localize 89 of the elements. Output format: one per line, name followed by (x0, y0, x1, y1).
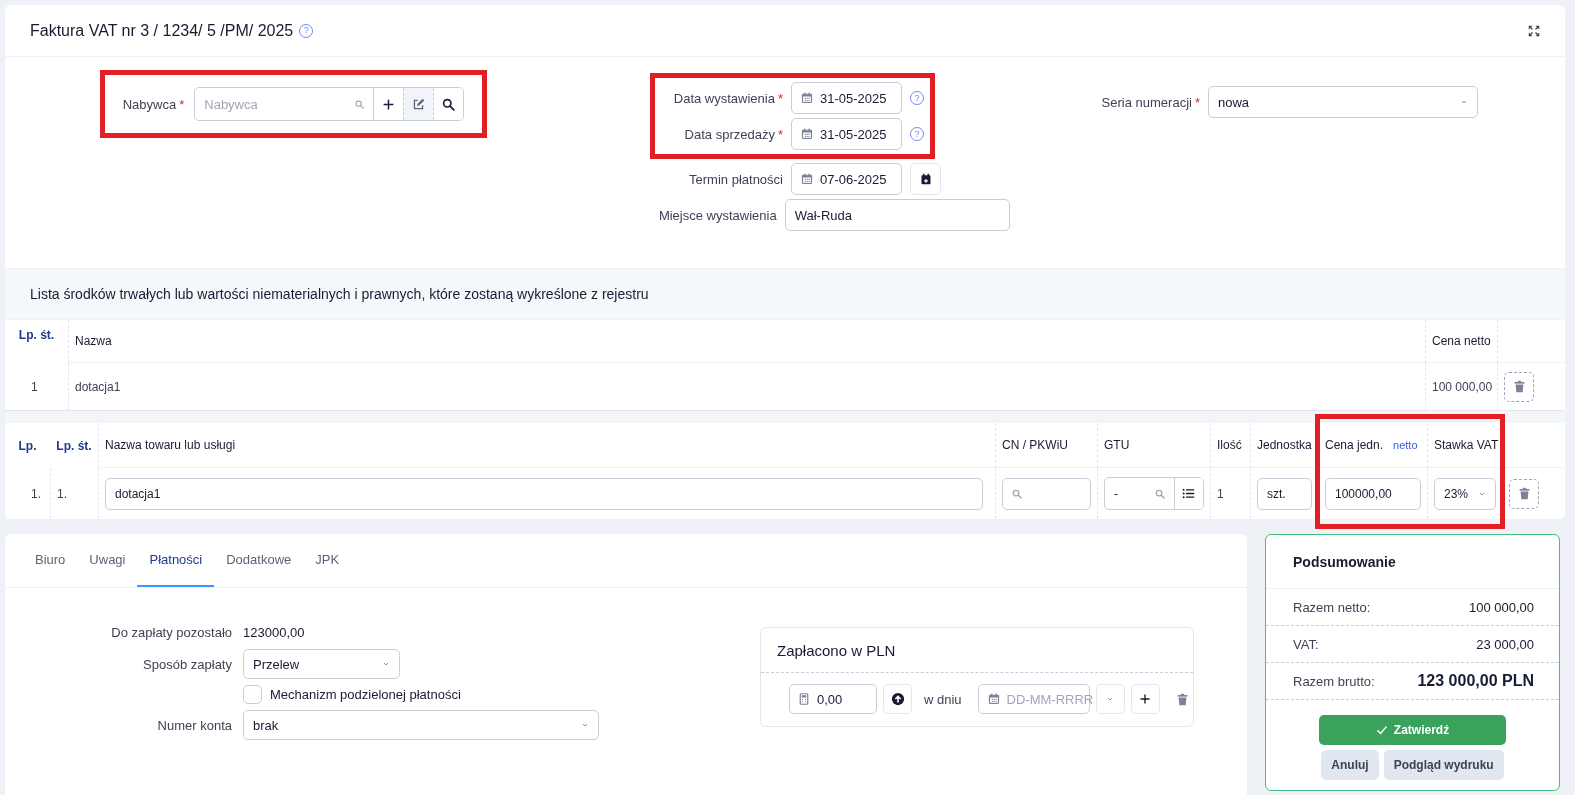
expand-button[interactable] (1528, 24, 1540, 37)
chevron-down-icon (581, 721, 589, 729)
column-header: GTU (1104, 438, 1130, 452)
trash-icon (1512, 380, 1526, 393)
required-mark: * (1194, 94, 1200, 110)
amount-field[interactable]: 0,00 (789, 684, 877, 714)
expand-icon (1528, 24, 1540, 37)
checkbox[interactable] (243, 685, 262, 704)
summary-value: 123 000,00 PLN (1417, 672, 1534, 690)
summary-value: 23 000,00 (1476, 636, 1534, 652)
chevron-down-icon (382, 660, 390, 668)
chevron-down-icon (1460, 98, 1468, 106)
netto-link[interactable]: netto (1393, 439, 1418, 451)
tab[interactable]: JPK (303, 534, 352, 587)
column-header: Jednostka (1257, 438, 1312, 452)
field-label: Numer konta (157, 717, 232, 733)
column-header: Lp. (18, 438, 37, 453)
price-field[interactable]: 100000,00 (1325, 477, 1421, 510)
summary-value: 100 000,00 (1468, 599, 1534, 615)
trash-icon (1175, 692, 1189, 706)
tab[interactable]: Biuro (23, 534, 78, 587)
date-field[interactable]: 31-05-2025 (791, 118, 902, 150)
field-label: Data wystawienia (673, 90, 775, 106)
field-label: Data sprzedaży (684, 126, 775, 142)
checkbox-label: Mechanizm podzielonej płatności (270, 687, 461, 702)
unit-field[interactable]: szt. (1257, 477, 1312, 510)
table-cell-text: 1. (30, 485, 42, 503)
card-title: Zapłacono w PLN (761, 628, 1193, 673)
cn-search-field[interactable] (1002, 477, 1091, 510)
trash-icon (1517, 487, 1531, 500)
calendar-icon (987, 693, 1000, 705)
table-cell: 1. (50, 468, 98, 519)
required-mark: * (179, 96, 185, 112)
account-select[interactable]: brak (243, 710, 599, 740)
section-title: Lista środków trwałych lub wartości niematerialnych i prawnych, które zostaną wykreślone z rejestru (5, 268, 1565, 320)
series-select[interactable]: nowa (1208, 86, 1478, 118)
column-header: Ilość (1217, 438, 1242, 452)
column-header: CN / PKWiU (1002, 438, 1068, 452)
amount-due: 123000,00 (243, 624, 305, 640)
table-cell: 1 (1210, 468, 1250, 519)
date-field[interactable]: 07-06-2025 (791, 163, 902, 195)
chevron-down-icon (1106, 695, 1115, 703)
payment-method-select[interactable]: Przelew (243, 649, 400, 679)
summary-label: Razem netto: (1293, 599, 1371, 615)
arrow-up-circle-icon (890, 692, 905, 706)
field-label: Nabywca (122, 96, 177, 112)
field-label: Do zapłaty pozostało (111, 624, 232, 640)
column-header: Lp. śt. (18, 328, 55, 342)
add-button[interactable] (1130, 684, 1160, 714)
summary-title: Podsumowanie (1266, 535, 1559, 589)
column-header: Nazwa (75, 334, 112, 348)
field-label: Sposób zapłaty (143, 656, 232, 672)
required-mark: * (777, 90, 783, 106)
calendar-icon (801, 92, 813, 104)
delete-button[interactable] (1175, 692, 1189, 706)
item-name-field[interactable]: dotacja1 (105, 477, 983, 510)
summary-label: Razem brutto: (1293, 673, 1375, 689)
plus-icon (1139, 693, 1152, 705)
secondary-button[interactable]: Anuluj (1321, 750, 1379, 780)
arrow-up-button[interactable] (883, 684, 912, 714)
add-date-button[interactable] (910, 163, 941, 195)
search-icon (1012, 488, 1022, 499)
secondary-button[interactable]: Podgląd wydruku (1383, 750, 1504, 780)
calendar-icon (801, 128, 813, 140)
invoice-title: Faktura VAT nr 3 / 1234/ 5 /PM/ 2025 (30, 21, 294, 40)
required-mark: * (777, 126, 783, 142)
field-label: Miejsce wystawienia (658, 207, 777, 223)
delete-button[interactable] (1504, 371, 1534, 402)
date-label: w dniu (924, 691, 962, 707)
tab[interactable]: Uwagi (77, 534, 138, 587)
check-icon (1375, 724, 1388, 736)
vat-select[interactable]: 23% (1434, 477, 1496, 510)
calendar-plus-icon (919, 173, 932, 185)
calendar-icon (801, 173, 813, 185)
column-header: Lp. śt. (56, 438, 92, 453)
field-label: Seria numeracji (1101, 94, 1192, 110)
column-header: Nazwa towaru lub usługi (105, 438, 236, 452)
date-field[interactable]: 31-05-2025 (791, 82, 902, 114)
field-label: Termin płatności (689, 171, 783, 187)
summary-label: VAT: (1293, 636, 1319, 652)
column-header: Stawka VAT (1434, 438, 1499, 452)
text-field[interactable]: Wał-Ruda (784, 199, 1010, 231)
calculator-icon (798, 693, 810, 705)
tab[interactable]: Dodatkowe (214, 534, 304, 587)
column-header: Cena netto (1432, 334, 1491, 348)
tab[interactable]: Płatności (137, 534, 215, 587)
delete-button[interactable] (1509, 478, 1539, 509)
column-header: Cena jedn. (1325, 438, 1384, 452)
table-cell-text: 1 (30, 378, 39, 396)
